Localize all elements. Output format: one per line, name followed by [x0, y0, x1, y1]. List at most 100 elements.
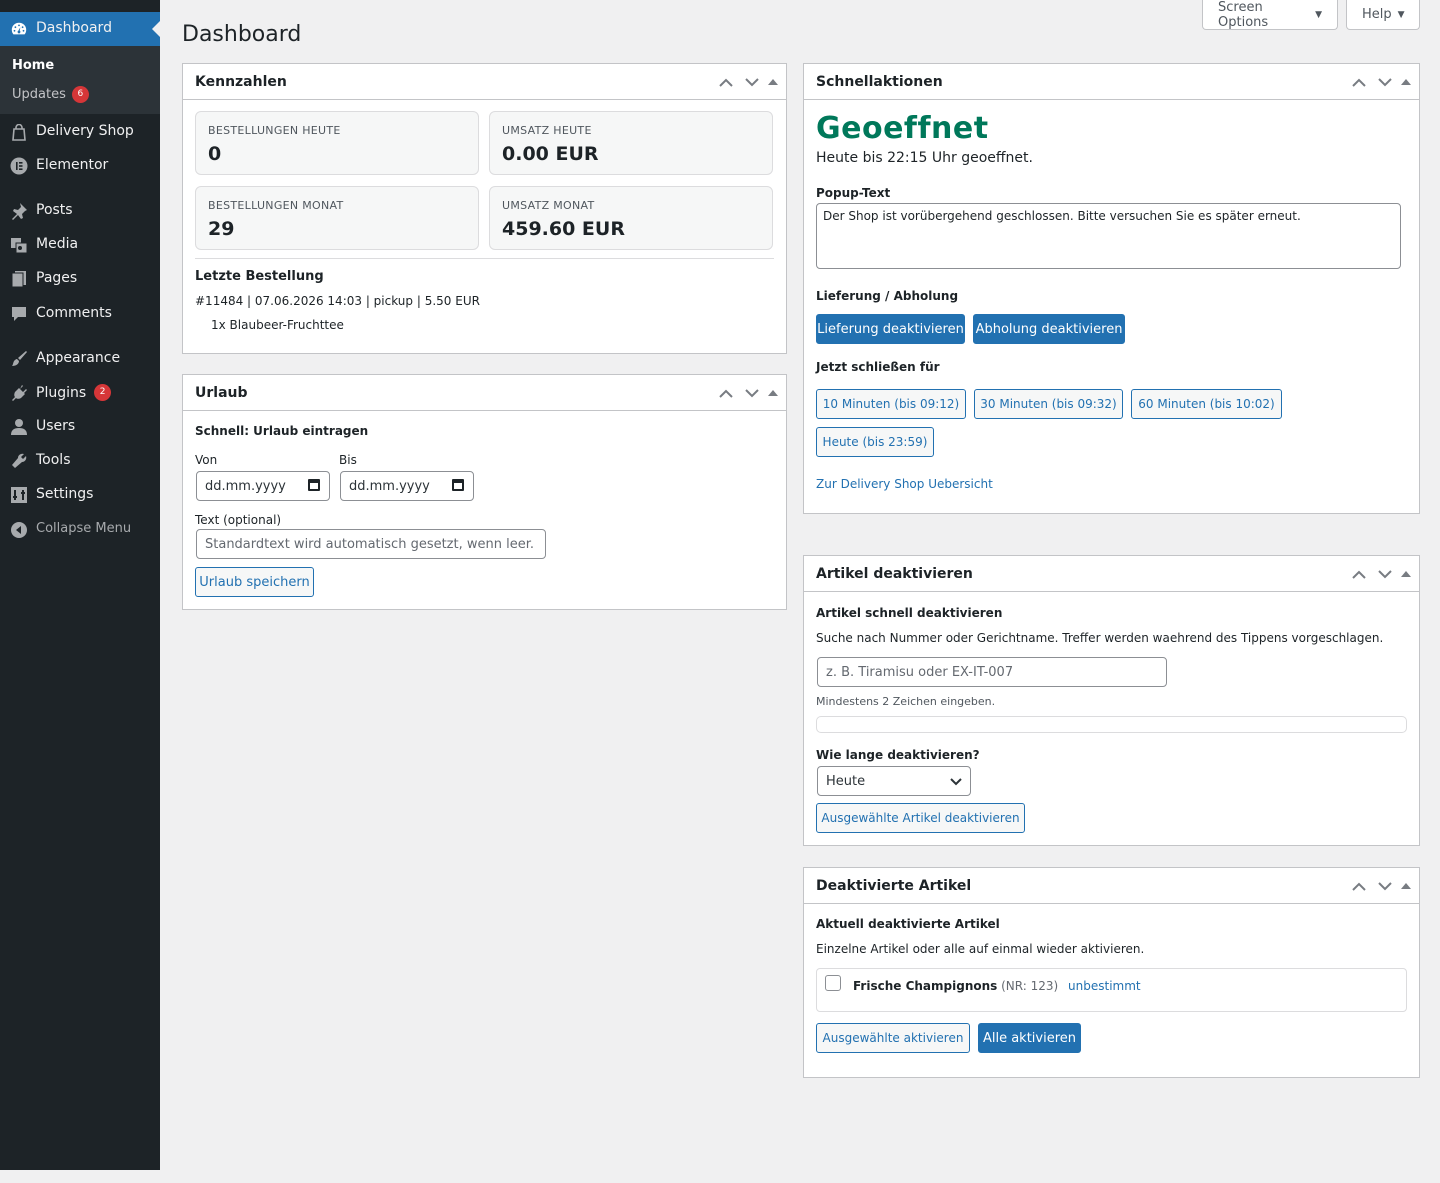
artikel-deaktivieren-button[interactable]: Ausgewählte Artikel deaktivieren — [816, 803, 1025, 833]
move-down-icon[interactable] — [1373, 563, 1397, 585]
deaktivierte-description: Einzelne Artikel oder alle auf einmal wi… — [816, 942, 1145, 956]
sidebar-item-comments[interactable]: Comments — [0, 297, 160, 331]
last-order-details: #11484 | 07.06.2026 14:03 | pickup | 5.5… — [195, 294, 480, 308]
calendar-icon[interactable] — [452, 479, 464, 491]
stat-label: UMSATZ MONAT — [502, 199, 595, 212]
item-name: Frische Champignons — [853, 979, 998, 993]
sidebar-item-posts[interactable]: Posts — [0, 194, 160, 228]
current-indicator — [152, 21, 160, 37]
caret-down-icon: ▼ — [1315, 9, 1322, 20]
urlaub-text-input[interactable]: Standardtext wird automatisch gesetzt, w… — [196, 529, 546, 559]
sidebar-item-elementor[interactable]: Elementor — [0, 149, 160, 183]
submenu-updates[interactable]: Updates 6 — [12, 86, 89, 103]
move-up-icon[interactable] — [1347, 875, 1371, 897]
widget-title: Schnellaktionen — [816, 73, 943, 90]
toggle-panel-icon[interactable] — [766, 382, 780, 404]
sidebar-item-dashboard[interactable]: Dashboard — [0, 12, 160, 46]
calendar-icon[interactable] — [308, 479, 320, 491]
toggle-panel-icon[interactable] — [766, 71, 780, 93]
widget-header: Deaktivierte Artikel — [804, 868, 1419, 904]
activate-selected-button[interactable]: Ausgewählte aktivieren — [816, 1023, 970, 1053]
stat-card: UMSATZ HEUTE 0.00 EUR — [489, 111, 773, 175]
help-button[interactable]: Help ▼ — [1346, 0, 1420, 30]
close-30-min-button[interactable]: 30 Minuten (bis 09:32) — [974, 389, 1123, 419]
stat-label: UMSATZ HEUTE — [502, 124, 592, 137]
move-down-icon[interactable] — [740, 71, 764, 93]
bag-icon — [9, 122, 29, 142]
schnellaktionen-widget: Schnellaktionen Geoeffnet Heute bis 22:1… — [803, 63, 1420, 514]
urlaub-save-button[interactable]: Urlaub speichern — [195, 567, 314, 597]
sidebar-item-tools[interactable]: Tools — [0, 444, 160, 478]
widget-title: Kennzahlen — [195, 73, 287, 90]
stat-label: BESTELLUNGEN MONAT — [208, 199, 344, 212]
dashboard-submenu: Home Updates 6 — [0, 46, 160, 114]
toggle-panel-icon[interactable] — [1399, 875, 1413, 897]
screen-options-button[interactable]: Screen Options ▼ — [1202, 0, 1338, 30]
move-up-icon[interactable] — [714, 382, 738, 404]
toggle-panel-icon[interactable] — [1399, 563, 1413, 585]
artikel-search-input[interactable]: z. B. Tiramisu oder EX-IT-007 — [817, 657, 1167, 687]
stat-value: 0.00 EUR — [502, 143, 599, 165]
submenu-home[interactable]: Home — [12, 58, 54, 73]
settings-icon — [9, 485, 29, 505]
move-down-icon[interactable] — [1373, 71, 1397, 93]
text-label: Text (optional) — [195, 513, 282, 527]
media-icon — [9, 235, 29, 255]
abholung-deaktivieren-button[interactable]: Abholung deaktivieren — [973, 314, 1125, 344]
overview-link[interactable]: Zur Delivery Shop Uebersicht — [816, 477, 993, 491]
admin-sidebar: Dashboard Home Updates 6 Delivery Shop El… — [0, 0, 160, 1170]
chevron-down-icon — [950, 775, 962, 790]
von-date-input[interactable]: dd.mm.yyyy — [196, 471, 330, 501]
widget-title: Artikel deaktivieren — [816, 565, 973, 582]
plugins-count-badge: 2 — [94, 384, 112, 401]
collapse-icon — [9, 520, 29, 540]
activate-all-button[interactable]: Alle aktivieren — [978, 1023, 1081, 1053]
sidebar-item-users[interactable]: Users — [0, 410, 160, 444]
popup-textarea[interactable]: Der Shop ist vorübergehend geschlossen. … — [816, 203, 1401, 269]
sidebar-item-plugins[interactable]: Plugins 2 — [0, 376, 160, 410]
dashboard-icon — [9, 19, 29, 39]
page-title: Dashboard — [182, 22, 302, 47]
urlaub-heading: Schnell: Urlaub eintragen — [195, 424, 369, 438]
item-number: (NR: 123) — [1001, 979, 1059, 993]
status-detail: Heute bis 22:15 Uhr geoeffnet. — [816, 150, 1033, 166]
elementor-icon — [9, 156, 29, 176]
move-up-icon[interactable] — [714, 71, 738, 93]
close-10-min-button[interactable]: 10 Minuten (bis 09:12) — [816, 389, 966, 419]
bis-date-input[interactable]: dd.mm.yyyy — [340, 471, 474, 501]
close-60-min-button[interactable]: 60 Minuten (bis 10:02) — [1131, 389, 1282, 419]
close-today-button[interactable]: Heute (bis 23:59) — [816, 427, 934, 457]
close-heading: Jetzt schließen für — [816, 360, 940, 374]
move-down-icon[interactable] — [740, 382, 764, 404]
widget-header: Artikel deaktivieren — [804, 556, 1419, 592]
item-checkbox[interactable] — [825, 975, 841, 991]
move-up-icon[interactable] — [1347, 563, 1371, 585]
main-content: Dashboard Screen Options ▼ Help ▼ Kennzahl… — [160, 0, 1440, 1183]
last-order-heading: Letzte Bestellung — [195, 269, 324, 284]
collapse-menu-button[interactable]: Collapse Menu — [0, 513, 160, 547]
sidebar-item-appearance[interactable]: Appearance — [0, 342, 160, 376]
pin-icon — [9, 201, 29, 221]
list-item: Frische Champignons (NR: 123) unbestimmt — [816, 968, 1407, 1012]
item-duration-link[interactable]: unbestimmt — [1068, 979, 1141, 993]
comment-icon — [9, 304, 29, 324]
sidebar-item-settings[interactable]: Settings — [0, 478, 160, 512]
move-down-icon[interactable] — [1373, 875, 1397, 897]
plug-icon — [9, 383, 29, 403]
move-up-icon[interactable] — [1347, 71, 1371, 93]
duration-label: Wie lange deaktivieren? — [816, 748, 980, 762]
duration-select[interactable]: Heute — [817, 766, 971, 796]
sidebar-item-delivery-shop[interactable]: Delivery Shop — [0, 115, 160, 149]
sidebar-item-pages[interactable]: Pages — [0, 262, 160, 296]
wrench-icon — [9, 451, 29, 471]
artikel-heading: Artikel schnell deaktivieren — [816, 606, 1003, 620]
lieferung-deaktivieren-button[interactable]: Lieferung deaktivieren — [816, 314, 965, 344]
widget-header: Schnellaktionen — [804, 64, 1419, 100]
toggle-panel-icon[interactable] — [1399, 71, 1413, 93]
brush-icon — [9, 349, 29, 369]
popup-label: Popup-Text — [816, 186, 891, 200]
pages-icon — [9, 269, 29, 289]
sidebar-item-media[interactable]: Media — [0, 228, 160, 262]
deaktivierte-heading: Aktuell deaktivierte Artikel — [816, 917, 1000, 931]
bis-label: Bis — [339, 453, 357, 467]
